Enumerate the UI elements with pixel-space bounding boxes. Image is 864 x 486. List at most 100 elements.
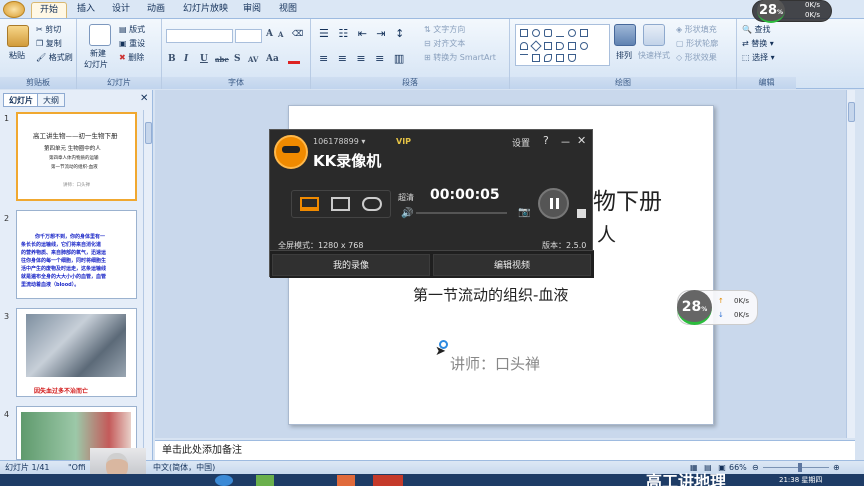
bold-button[interactable]: B [168,54,176,64]
tab-home[interactable]: 开始 [31,2,68,18]
copy-button[interactable]: ❐ 复制 [36,38,62,49]
kk-minimize-button[interactable]: － [560,134,571,150]
region-mode-icon[interactable] [331,197,350,211]
slide-thumbnail-1[interactable]: 高工讲生物——初一生物下册 第四单元 生物圈中的人 第四章人体内物质的运输 第一… [16,112,137,201]
network-speed-widget-top[interactable]: 28% 0K/s 0K/s [752,0,832,23]
select-icon: ⬚ [742,53,750,62]
game-mode-icon[interactable] [362,197,382,211]
list-buttons[interactable]: ☰ ☷ ⇤ ⇥ ↕ [319,27,407,40]
shape-effects-button[interactable]: ◇ 形状效果 [676,52,717,63]
tab-design[interactable]: 设计 [104,2,138,18]
format-painter-button[interactable]: 🖌 格式刷 [36,52,73,63]
canvas-scroll-thumb[interactable] [848,102,855,122]
strike-button[interactable]: abe [215,55,229,64]
download-speed: 0K/s [734,311,750,319]
shapes-gallery[interactable] [515,24,610,66]
spacing-button[interactable]: AV [248,55,258,64]
close-pane-icon[interactable]: ✕ [140,93,148,104]
new-slide-label2[interactable]: 幻灯片 [84,59,108,70]
shape-icon-9 [568,54,576,62]
shape-icon-3 [568,42,576,50]
kk-quality[interactable]: 超清 [398,192,414,203]
slide-thumbnail-3[interactable]: 因失血过多不治而亡 [16,308,137,397]
kk-volume-slider[interactable] [416,212,507,214]
thumb1-line1: 高工讲生物——初一生物下册 [33,132,118,140]
replace-button[interactable]: ⇄ 替换 ▾ [742,38,774,49]
taskbar-app-icon-2[interactable] [256,475,274,486]
pane-scroll-thumb[interactable] [145,122,152,144]
shape-fill-button[interactable]: ◈ 形状填充 [676,24,717,35]
reset-button[interactable]: ▣ 重设 [119,38,145,49]
thumb1-line2: 第四单元 生物圈中的人 [44,146,101,152]
drawing-group: 排列 快速样式 ◈ 形状填充 ▢ 形状轮廓 ◇ 形状效果 绘图 [510,19,737,89]
grow-font-button[interactable]: A [266,29,273,39]
paste-button[interactable]: 粘贴 [9,50,25,61]
zoom-slider-thumb[interactable] [798,463,802,472]
kk-stop-button[interactable] [577,209,586,218]
underline-button[interactable]: U [200,54,208,64]
case-button[interactable]: Aa [266,54,279,64]
layout-button[interactable]: ▤ 版式 [119,24,145,35]
smartart-button[interactable]: ⊞ 转换为 SmartArt [424,52,496,63]
arrange-button[interactable]: 排列 [616,50,632,61]
slides-pane: 幻灯片 大纲 ✕ 1 高工讲生物——初一生物下册 第四单元 生物圈中的人 第四章… [0,90,153,460]
kk-vip-badge[interactable]: VIP [396,137,411,146]
pause-icon-bar2 [556,198,559,209]
kk-help-button[interactable]: ? [543,134,549,147]
align-buttons[interactable]: ≡ ≡ ≡ ≡ ▥ [319,52,407,65]
shadow-button[interactable]: S [234,54,241,64]
select-button[interactable]: ⬚ 选择 ▾ [742,52,775,63]
new-slide-button[interactable]: 新建 [90,48,106,59]
kk-timer: 00:00:05 [430,187,500,203]
kk-edit-video-button[interactable]: 编辑视频 [433,254,591,276]
kk-volume-icon[interactable]: 🔊 [401,208,413,219]
network-speed-widget[interactable]: 28% ↑ 0K/s ↓ 0K/s [677,290,758,325]
font-color-icon[interactable] [288,54,300,64]
shrink-font-button[interactable]: A [278,30,283,39]
tab-view[interactable]: 视图 [271,2,305,18]
slide-number: 1 [4,114,10,123]
kk-screenshot-icon[interactable]: 📷 [518,207,530,218]
shape-outline-button[interactable]: ▢ 形状轮廓 [676,38,718,49]
kk-my-recordings-button[interactable]: 我的录像 [272,254,430,276]
reset-icon: ▣ [119,39,127,48]
taskbar-app-icon-3[interactable] [337,475,355,486]
font-name-combo[interactable] [166,29,233,43]
zoom-in-icon[interactable]: ⊕ [833,461,840,474]
font-size-combo[interactable] [235,29,262,43]
tab-slides-pane[interactable]: 幻灯片 [3,93,39,107]
kk-user-id[interactable]: 106178899 ▾ [313,137,365,146]
text-direction-button[interactable]: ⇅ 文字方向 [424,24,465,35]
find-button[interactable]: 🔍 查找 [742,24,771,35]
tab-insert[interactable]: 插入 [69,2,103,18]
pane-scrollbar[interactable] [143,110,152,460]
align-text-button[interactable]: ⊟ 对齐文本 [424,38,465,49]
slide-thumbnail-2[interactable]: 你千万想不到，你的身体里有一 条长长的运输线，它们将来自消化道 的营养物质、来自… [16,210,137,299]
taskbar-kk-icon[interactable] [373,475,403,486]
tab-review[interactable]: 审阅 [235,2,269,18]
rounded-shape-icon [544,29,552,37]
kk-pause-button[interactable] [538,188,569,219]
zoom-slider-track[interactable] [763,467,829,468]
kk-settings-button[interactable]: 设置 [512,136,530,149]
quick-styles-button[interactable]: 快速样式 [638,50,670,61]
tab-outline-pane[interactable]: 大纲 [37,93,65,107]
office-button[interactable] [3,1,25,18]
clear-format-icon[interactable]: ⌫ [292,29,303,38]
tab-slideshow[interactable]: 幻灯片放映 [175,2,236,18]
italic-button[interactable]: I [184,54,188,64]
zoom-out-icon[interactable]: ⊖ [752,461,759,474]
thumb1-line4: 第一节流动的组织-血液 [51,165,98,170]
tab-animation[interactable]: 动画 [139,2,173,18]
canvas-scrollbar[interactable] [846,90,855,438]
fullscreen-mode-icon[interactable] [300,197,319,211]
kk-close-button[interactable]: ✕ [577,134,586,147]
language-status: 中文(简体，中国) [153,463,216,472]
shape-icon [544,42,552,50]
kk-mode-selector [291,190,391,218]
cut-button[interactable]: ✂ 剪切 [36,24,61,35]
taskbar-app-icon[interactable] [215,475,233,486]
shape-icon-2 [556,42,564,50]
notes-pane[interactable]: 单击此处添加备注 [155,440,855,460]
delete-slide-button[interactable]: ✖ 删除 [119,52,144,63]
